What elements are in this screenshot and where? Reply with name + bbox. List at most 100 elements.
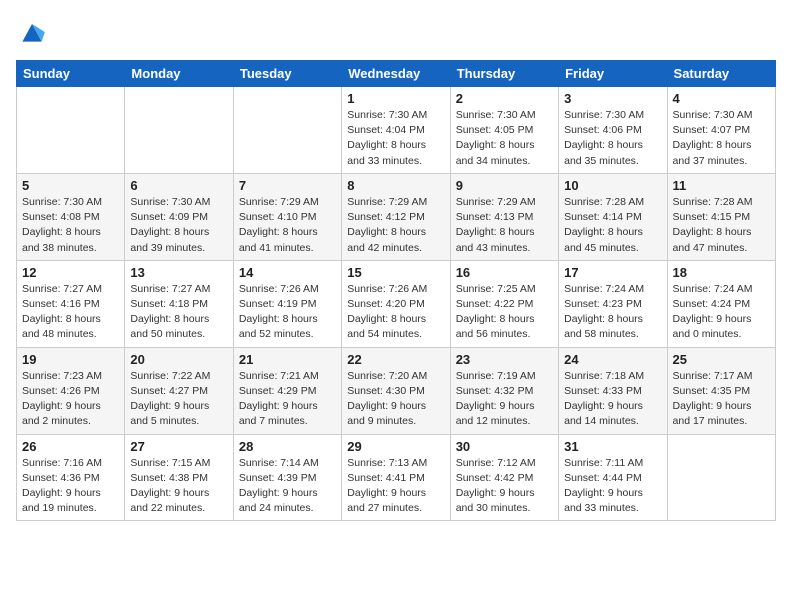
day-number: 12 (22, 265, 119, 280)
calendar-cell: 18 Sunrise: 7:24 AM Sunset: 4:24 PM Dayli… (667, 260, 775, 347)
calendar-cell: 21Sunrise: 7:21 AM Sunset: 4:29 PM Dayli… (233, 347, 341, 434)
day-number: 23 (456, 352, 553, 367)
day-info: Sunrise: 7:24 AM Sunset: 4:24 PM Dayligh… (673, 282, 770, 343)
day-info: Sunrise: 7:30 AM Sunset: 4:04 PM Dayligh… (347, 108, 444, 169)
day-info: Sunrise: 7:28 AM Sunset: 4:14 PM Dayligh… (564, 195, 661, 256)
calendar-cell: 5 Sunrise: 7:30 AM Sunset: 4:08 PM Daylig… (17, 173, 125, 260)
weekday-header: Thursday (450, 61, 558, 87)
calendar-cell: 27 Sunrise: 7:15 AM Sunset: 4:38 PM Dayli… (125, 434, 233, 521)
day-number: 17 (564, 265, 661, 280)
calendar: SundayMondayTuesdayWednesdayThursdayFrid… (16, 60, 776, 521)
day-info: Sunrise: 7:20 AM Sunset: 4:30 PM Dayligh… (347, 369, 444, 430)
day-number: 5 (22, 178, 119, 193)
calendar-cell: 17 Sunrise: 7:24 AM Sunset: 4:23 PM Dayli… (559, 260, 667, 347)
calendar-week-row: 19 Sunrise: 7:23 AM Sunset: 4:26 PM Dayli… (17, 347, 776, 434)
day-info: Sunrise: 7:14 AM Sunset: 4:39 PM Dayligh… (239, 456, 336, 517)
day-number: 3 (564, 91, 661, 106)
day-number: 7 (239, 178, 336, 193)
day-info: Sunrise: 7:30 AM Sunset: 4:07 PM Dayligh… (673, 108, 770, 169)
day-info: Sunrise: 7:29 AM Sunset: 4:10 PM Dayligh… (239, 195, 336, 256)
weekday-header: Saturday (667, 61, 775, 87)
day-info: Sunrise: 7:13 AM Sunset: 4:41 PM Dayligh… (347, 456, 444, 517)
day-number: 31 (564, 439, 661, 454)
calendar-body: 1 Sunrise: 7:30 AM Sunset: 4:04 PM Daylig… (17, 87, 776, 521)
calendar-cell (125, 87, 233, 174)
weekday-header: Monday (125, 61, 233, 87)
day-number: 11 (673, 178, 770, 193)
calendar-cell: 23 Sunrise: 7:19 AM Sunset: 4:32 PM Dayli… (450, 347, 558, 434)
day-number: 9 (456, 178, 553, 193)
calendar-week-row: 5 Sunrise: 7:30 AM Sunset: 4:08 PM Daylig… (17, 173, 776, 260)
header (16, 16, 776, 48)
logo (16, 16, 52, 48)
day-number: 25 (673, 352, 770, 367)
day-number: 2 (456, 91, 553, 106)
calendar-cell: 22 Sunrise: 7:20 AM Sunset: 4:30 PM Dayli… (342, 347, 450, 434)
day-info: Sunrise: 7:29 AM Sunset: 4:12 PM Dayligh… (347, 195, 444, 256)
day-info: Sunrise: 7:11 AM Sunset: 4:44 PM Dayligh… (564, 456, 661, 517)
day-info: Sunrise: 7:23 AM Sunset: 4:26 PM Dayligh… (22, 369, 119, 430)
day-info: Sunrise: 7:30 AM Sunset: 4:05 PM Dayligh… (456, 108, 553, 169)
calendar-cell (17, 87, 125, 174)
day-number: 30 (456, 439, 553, 454)
day-number: 6 (130, 178, 227, 193)
day-number: 10 (564, 178, 661, 193)
calendar-cell: 19 Sunrise: 7:23 AM Sunset: 4:26 PM Dayli… (17, 347, 125, 434)
day-info: Sunrise: 7:16 AM Sunset: 4:36 PM Dayligh… (22, 456, 119, 517)
calendar-week-row: 12 Sunrise: 7:27 AM Sunset: 4:16 PM Dayli… (17, 260, 776, 347)
calendar-cell (233, 87, 341, 174)
day-number: 22 (347, 352, 444, 367)
day-number: 29 (347, 439, 444, 454)
calendar-week-row: 26 Sunrise: 7:16 AM Sunset: 4:36 PM Dayli… (17, 434, 776, 521)
calendar-cell: 6 Sunrise: 7:30 AM Sunset: 4:09 PM Daylig… (125, 173, 233, 260)
calendar-cell: 3 Sunrise: 7:30 AM Sunset: 4:06 PM Daylig… (559, 87, 667, 174)
day-info: Sunrise: 7:15 AM Sunset: 4:38 PM Dayligh… (130, 456, 227, 517)
day-number: 20 (130, 352, 227, 367)
calendar-cell: 31 Sunrise: 7:11 AM Sunset: 4:44 PM Dayli… (559, 434, 667, 521)
calendar-cell: 11Sunrise: 7:28 AM Sunset: 4:15 PM Dayli… (667, 173, 775, 260)
calendar-cell: 14Sunrise: 7:26 AM Sunset: 4:19 PM Dayli… (233, 260, 341, 347)
calendar-cell (667, 434, 775, 521)
calendar-cell: 10 Sunrise: 7:28 AM Sunset: 4:14 PM Dayli… (559, 173, 667, 260)
day-number: 18 (673, 265, 770, 280)
calendar-cell: 7 Sunrise: 7:29 AM Sunset: 4:10 PM Daylig… (233, 173, 341, 260)
day-number: 19 (22, 352, 119, 367)
day-number: 28 (239, 439, 336, 454)
calendar-cell: 30 Sunrise: 7:12 AM Sunset: 4:42 PM Dayli… (450, 434, 558, 521)
day-number: 24 (564, 352, 661, 367)
day-info: Sunrise: 7:27 AM Sunset: 4:16 PM Dayligh… (22, 282, 119, 343)
calendar-week-row: 1 Sunrise: 7:30 AM Sunset: 4:04 PM Daylig… (17, 87, 776, 174)
day-info: Sunrise: 7:19 AM Sunset: 4:32 PM Dayligh… (456, 369, 553, 430)
calendar-cell: 16 Sunrise: 7:25 AM Sunset: 4:22 PM Dayli… (450, 260, 558, 347)
day-number: 21 (239, 352, 336, 367)
weekday-header: Wednesday (342, 61, 450, 87)
day-info: Sunrise: 7:18 AM Sunset: 4:33 PM Dayligh… (564, 369, 661, 430)
weekday-header: Friday (559, 61, 667, 87)
calendar-cell: 9 Sunrise: 7:29 AM Sunset: 4:13 PM Daylig… (450, 173, 558, 260)
day-number: 1 (347, 91, 444, 106)
calendar-cell: 28 Sunrise: 7:14 AM Sunset: 4:39 PM Dayli… (233, 434, 341, 521)
calendar-cell: 8Sunrise: 7:29 AM Sunset: 4:12 PM Daylig… (342, 173, 450, 260)
day-number: 16 (456, 265, 553, 280)
weekday-header: Tuesday (233, 61, 341, 87)
day-info: Sunrise: 7:29 AM Sunset: 4:13 PM Dayligh… (456, 195, 553, 256)
weekday-header: Sunday (17, 61, 125, 87)
calendar-cell: 4Sunrise: 7:30 AM Sunset: 4:07 PM Daylig… (667, 87, 775, 174)
day-info: Sunrise: 7:17 AM Sunset: 4:35 PM Dayligh… (673, 369, 770, 430)
day-info: Sunrise: 7:25 AM Sunset: 4:22 PM Dayligh… (456, 282, 553, 343)
calendar-cell: 15Sunrise: 7:26 AM Sunset: 4:20 PM Dayli… (342, 260, 450, 347)
calendar-cell: 24 Sunrise: 7:18 AM Sunset: 4:33 PM Dayli… (559, 347, 667, 434)
calendar-cell: 20Sunrise: 7:22 AM Sunset: 4:27 PM Dayli… (125, 347, 233, 434)
day-info: Sunrise: 7:30 AM Sunset: 4:06 PM Dayligh… (564, 108, 661, 169)
day-info: Sunrise: 7:12 AM Sunset: 4:42 PM Dayligh… (456, 456, 553, 517)
calendar-cell: 2 Sunrise: 7:30 AM Sunset: 4:05 PM Daylig… (450, 87, 558, 174)
day-info: Sunrise: 7:30 AM Sunset: 4:09 PM Dayligh… (130, 195, 227, 256)
day-info: Sunrise: 7:26 AM Sunset: 4:20 PM Dayligh… (347, 282, 444, 343)
calendar-header: SundayMondayTuesdayWednesdayThursdayFrid… (17, 61, 776, 87)
calendar-cell: 29 Sunrise: 7:13 AM Sunset: 4:41 PM Dayli… (342, 434, 450, 521)
day-number: 27 (130, 439, 227, 454)
day-number: 26 (22, 439, 119, 454)
day-info: Sunrise: 7:24 AM Sunset: 4:23 PM Dayligh… (564, 282, 661, 343)
day-info: Sunrise: 7:30 AM Sunset: 4:08 PM Dayligh… (22, 195, 119, 256)
logo-icon (16, 16, 48, 48)
